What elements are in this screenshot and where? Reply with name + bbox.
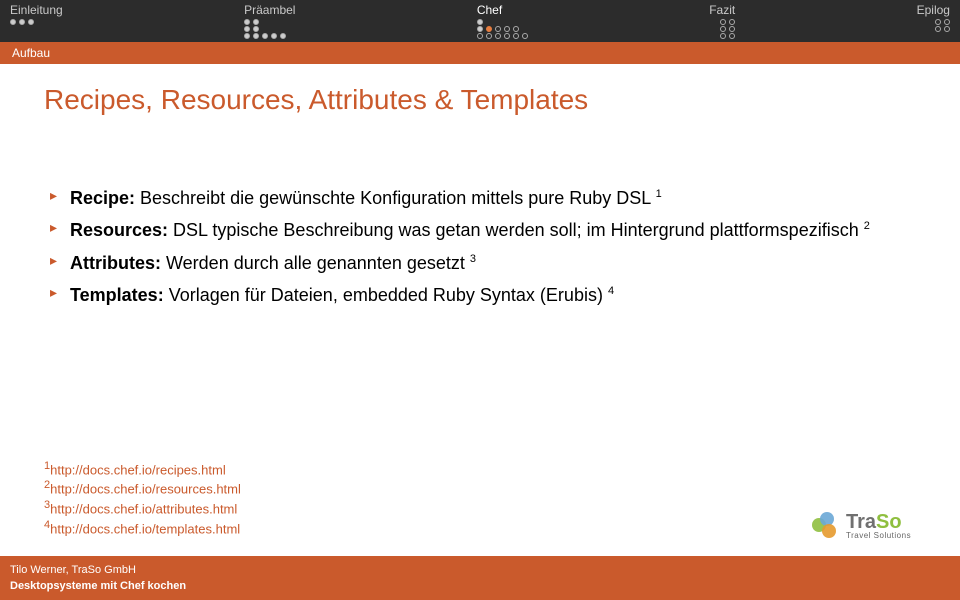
bullet-text: Beschreibt die gewünschte Konfiguration … — [135, 188, 656, 208]
nav-section-fazit[interactable]: Fazit — [709, 2, 735, 42]
progress-dots — [935, 19, 950, 32]
footnote: 3http://docs.chef.io/attributes.html — [44, 498, 241, 518]
nav-section-praeambel[interactable]: Präambel — [244, 2, 295, 42]
nav-label[interactable]: Epilog — [917, 2, 950, 18]
bullet-term: Resources: — [70, 220, 168, 240]
bullet-term: Recipe: — [70, 188, 135, 208]
footnote: 2http://docs.chef.io/resources.html — [44, 478, 241, 498]
nav-bar: Einleitung Präambel Chef Fazit Epilog — [0, 0, 960, 42]
logo-tagline: Travel Solutions — [846, 532, 911, 540]
list-item: Recipe: Beschreibt die gewünschte Konfig… — [44, 186, 916, 210]
bullet-text: Werden durch alle genannten gesetzt — [161, 253, 470, 273]
footnote-ref: 2 — [864, 220, 870, 232]
footnote-text: http://docs.chef.io/attributes.html — [50, 502, 237, 517]
nav-section-epilog[interactable]: Epilog — [917, 2, 950, 42]
footer-author: Tilo Werner, TraSo GmbH — [10, 564, 950, 576]
progress-dots — [720, 19, 735, 39]
bullet-term: Attributes: — [70, 253, 161, 273]
slide-title: Recipes, Resources, Attributes & Templat… — [44, 84, 916, 116]
footer-title: Desktopsysteme mit Chef kochen — [10, 580, 950, 592]
bullet-list: Recipe: Beschreibt die gewünschte Konfig… — [44, 186, 916, 307]
list-item: Attributes: Werden durch alle genannten … — [44, 251, 916, 275]
nav-label[interactable]: Präambel — [244, 2, 295, 18]
bullet-text: DSL typische Beschreibung was getan werd… — [168, 220, 864, 240]
logo-word-b: So — [876, 511, 902, 533]
nav-label[interactable]: Chef — [477, 2, 502, 18]
footnote: 1http://docs.chef.io/recipes.html — [44, 459, 241, 479]
nav-section-chef[interactable]: Chef — [477, 2, 528, 42]
footnote-text: http://docs.chef.io/recipes.html — [50, 462, 226, 477]
logo-word-a: Tra — [846, 511, 876, 533]
list-item: Resources: DSL typische Beschreibung was… — [44, 218, 916, 242]
footnote-ref: 1 — [656, 188, 662, 200]
logo-text: TraSo Travel Solutions — [846, 512, 911, 540]
bullet-text: Vorlagen für Dateien, embedded Ruby Synt… — [164, 285, 608, 305]
nav-label[interactable]: Einleitung — [10, 2, 63, 18]
footer: Tilo Werner, TraSo GmbH Desktopsysteme m… — [0, 556, 960, 600]
list-item: Templates: Vorlagen für Dateien, embedde… — [44, 283, 916, 307]
slide-body: Recipes, Resources, Attributes & Templat… — [0, 64, 960, 307]
footnote-ref: 3 — [470, 253, 476, 265]
logo-icon — [812, 512, 840, 540]
brand-logo: TraSo Travel Solutions — [812, 506, 932, 546]
nav-section-einleitung[interactable]: Einleitung — [10, 2, 63, 42]
nav-label[interactable]: Fazit — [709, 2, 735, 18]
section-subtitle: Aufbau — [0, 42, 960, 64]
progress-dots — [244, 19, 286, 39]
footnote: 4http://docs.chef.io/templates.html — [44, 518, 241, 538]
footnote-text: http://docs.chef.io/templates.html — [50, 521, 240, 536]
footnotes: 1http://docs.chef.io/recipes.html 2http:… — [44, 459, 241, 539]
bullet-term: Templates: — [70, 285, 164, 305]
footnote-text: http://docs.chef.io/resources.html — [50, 482, 241, 497]
footnote-ref: 4 — [608, 285, 614, 297]
progress-dots — [477, 19, 528, 39]
progress-dots — [10, 19, 34, 25]
